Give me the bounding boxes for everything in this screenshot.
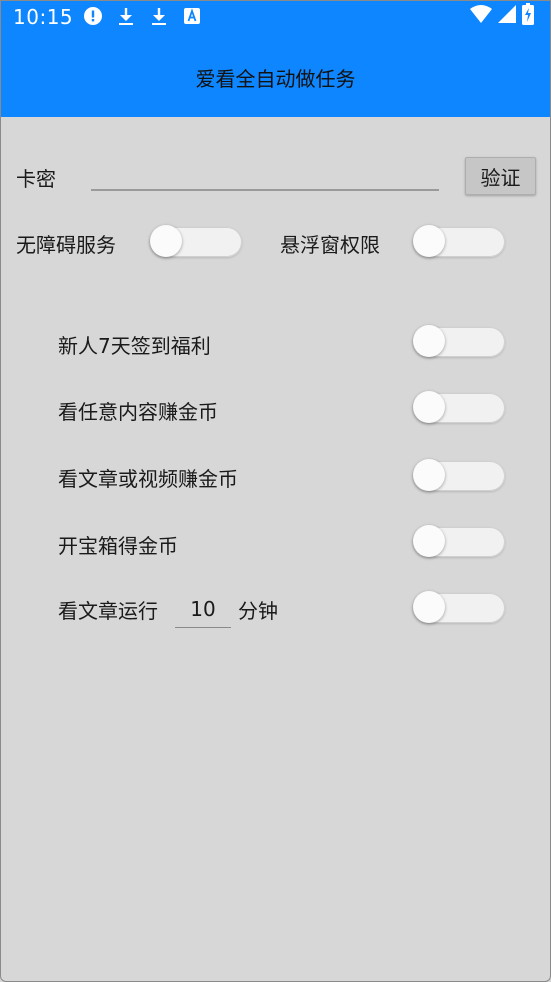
switch-thumb <box>413 325 445 357</box>
card-key-label: 卡密 <box>16 167 56 191</box>
task-switch-any-content[interactable] <box>413 391 505 425</box>
task-switch-newbie-checkin[interactable] <box>413 325 505 359</box>
task-switch-treasure-box[interactable] <box>413 525 505 559</box>
accessibility-service-switch[interactable] <box>150 225 242 259</box>
download-icon <box>116 6 136 26</box>
switch-thumb <box>413 525 445 557</box>
card-key-input[interactable] <box>91 161 439 191</box>
signal-icon <box>498 5 516 27</box>
overlay-permission-label: 悬浮窗权限 <box>280 233 380 257</box>
switch-thumb <box>413 591 445 623</box>
app-header: 10:15 爱看全自动做任务 <box>1 1 550 117</box>
read-article-label: 看文章运行 <box>58 599 158 623</box>
task-label-any-content: 看任意内容赚金币 <box>58 400 218 424</box>
phone-screen: 10:15 爱看全自动做任务 卡密 验证 无障碍服务 悬浮窗权限 新人7天签到福… <box>0 0 551 982</box>
status-time: 10:15 <box>13 5 74 29</box>
task-label-article-video: 看文章或视频赚金币 <box>58 467 238 491</box>
switch-thumb <box>413 225 445 257</box>
accessibility-service-label: 无障碍服务 <box>16 233 116 257</box>
app-title: 爱看全自动做任务 <box>195 67 356 91</box>
battery-charging-icon <box>522 3 534 29</box>
status-system-icons <box>470 3 534 29</box>
task-switch-article-video[interactable] <box>413 459 505 493</box>
alert-circle-icon <box>83 6 103 26</box>
text-a-icon <box>182 6 202 26</box>
status-notification-icons <box>83 5 202 27</box>
task-label-newbie-checkin: 新人7天签到福利 <box>58 334 211 358</box>
read-article-switch[interactable] <box>413 591 505 625</box>
overlay-permission-switch[interactable] <box>413 225 505 259</box>
minutes-unit-label: 分钟 <box>238 599 278 623</box>
switch-thumb <box>413 391 445 423</box>
wifi-icon <box>470 5 492 27</box>
switch-thumb <box>150 225 182 257</box>
switch-thumb <box>413 459 445 491</box>
task-label-treasure-box: 开宝箱得金币 <box>58 534 178 558</box>
minutes-input[interactable] <box>175 591 231 628</box>
verify-button[interactable]: 验证 <box>465 157 536 195</box>
download-icon <box>149 6 169 26</box>
